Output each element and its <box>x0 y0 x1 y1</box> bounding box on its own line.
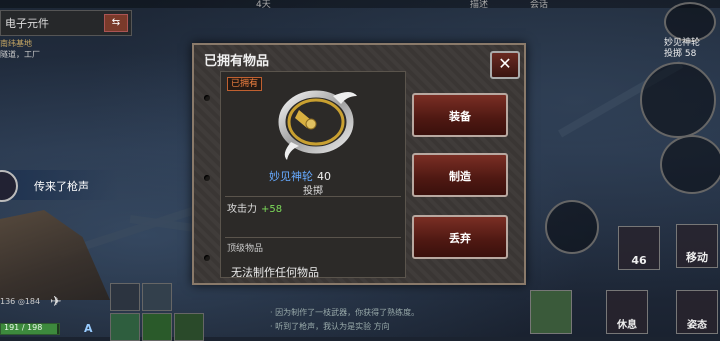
item-detail-panel: 已拥有 妙见神轮 40 投掷 攻击力 +58 顶级物品 无法制作任何物品 <box>220 71 406 279</box>
equipped-weapon-info: 妙见神轮 投掷 58 <box>664 38 700 60</box>
action-ring-top[interactable] <box>640 62 716 138</box>
log-line-1: · 因为制作了一枝武器，你获得了熟练度。 <box>270 308 420 317</box>
owned-badge: 已拥有 <box>227 77 263 91</box>
hp-bar: 191 / 198 <box>0 323 60 335</box>
rivet-decoration <box>204 95 210 101</box>
task-tracker[interactable]: 电子元件 ⇆ <box>0 10 132 36</box>
attack-stat: 攻击力 +58 <box>227 200 282 215</box>
top-hud-strip: 4天 描述 会话 <box>0 0 720 10</box>
top-hud-text-left: 4天 <box>256 0 271 10</box>
craft-none-text: 无法制作任何物品 <box>231 266 319 279</box>
move-button[interactable]: 移动 <box>676 224 718 268</box>
craft-button[interactable]: 制造 <box>412 153 508 197</box>
equipped-weapon-name: 妙见神轮 <box>664 38 701 48</box>
location-info: 南纬基地 隧道，工厂 <box>0 38 40 60</box>
location-line-1: 南纬基地 <box>0 39 32 48</box>
divider <box>225 237 401 238</box>
ammo-icon: A <box>84 322 93 335</box>
move-label: 移动 <box>686 251 708 264</box>
discard-button[interactable]: 丢弃 <box>412 215 508 259</box>
notification-icon <box>0 170 18 202</box>
item-type: 投掷 <box>303 186 323 197</box>
location-line-2: 隧道，工厂 <box>0 50 40 59</box>
pose-label: 姿态 <box>687 320 707 331</box>
hp-text: 191 / 198 <box>4 323 43 332</box>
event-notification: 传来了枪声 <box>0 170 118 202</box>
equipped-weapon-slot[interactable] <box>664 2 716 42</box>
event-log: · 因为制作了一枝武器，你获得了熟练度。 · 听到了枪声，我认为是实验 方向 <box>270 306 419 334</box>
swap-icon[interactable]: ⇆ <box>104 14 128 32</box>
attack-value: +58 <box>261 204 283 215</box>
top-hud-text-mid: 描述 <box>470 0 489 10</box>
quick-slot-2[interactable] <box>142 283 172 311</box>
rivet-decoration <box>204 255 210 261</box>
action-ring-left[interactable] <box>545 200 599 254</box>
rest-button[interactable]: 休息 <box>606 290 648 334</box>
equip-button[interactable]: 装备 <box>412 93 508 137</box>
top-hud-text-right: 会话 <box>530 0 549 10</box>
equipped-weapon-type: 投掷 58 <box>664 49 697 59</box>
owned-item-dialog: 已拥有物品 ✕ 已拥有 妙见神轮 40 投掷 攻击力 +58 顶级物品 无法制作… <box>192 43 526 285</box>
close-icon[interactable]: ✕ <box>490 51 520 79</box>
quick-slot-1[interactable] <box>110 283 140 311</box>
attack-label: 攻击力 <box>227 204 257 215</box>
chakram-icon <box>278 90 357 160</box>
task-title: 电子元件 <box>5 17 49 30</box>
notification-text: 传来了枪声 <box>34 180 89 193</box>
action-ring-middle[interactable] <box>660 135 720 194</box>
stat-1: 136 <box>0 297 16 306</box>
map-count: 46 <box>631 254 647 267</box>
section-label: 顶级物品 <box>227 244 264 254</box>
rest-label: 休息 <box>617 320 637 331</box>
divider <box>225 196 401 197</box>
pose-button[interactable]: 姿态 <box>676 290 718 334</box>
dialog-title: 已拥有物品 <box>204 54 270 69</box>
stat-2: 184 <box>24 297 41 306</box>
player-stats: 136 ◎184 <box>0 297 41 306</box>
map-button[interactable]: 46 <box>618 226 660 270</box>
inventory-slot[interactable] <box>530 290 572 334</box>
rivet-decoration <box>204 175 210 181</box>
log-line-2: · 听到了枪声，我认为是实验 方向 <box>270 322 390 331</box>
